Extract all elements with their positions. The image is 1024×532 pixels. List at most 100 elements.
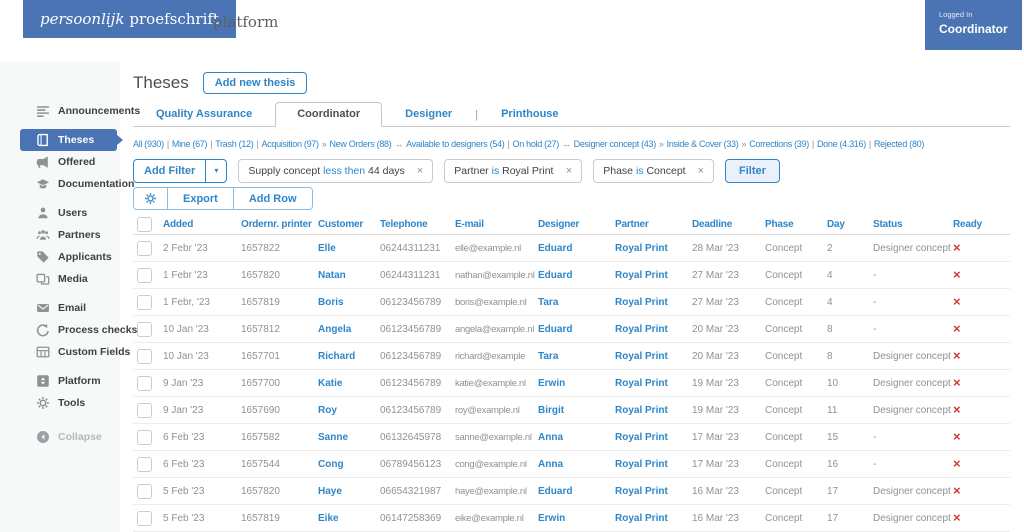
sidebar-item-applicants[interactable]: Applicants xyxy=(0,246,120,268)
chevron-down-icon[interactable]: ▾ xyxy=(205,159,226,182)
sidebar-item-theses[interactable]: Theses xyxy=(0,129,123,151)
sidebar-item-partners[interactable]: Partners xyxy=(0,224,120,246)
cell-partner[interactable]: Royal Print xyxy=(615,324,692,335)
add-filter-button[interactable]: Add Filter ▾ xyxy=(133,158,228,183)
status-link-mine[interactable]: Mine (67) xyxy=(172,139,208,149)
add-new-thesis-button[interactable]: Add new thesis xyxy=(202,72,308,94)
status-link-rejected[interactable]: Rejected (80) xyxy=(874,139,924,149)
cell-added: 9 Jan '23 xyxy=(163,404,204,416)
add-row-button[interactable]: Add Row xyxy=(233,188,312,209)
cell-designer[interactable]: Anna xyxy=(538,432,615,443)
cell-designer[interactable]: Anna xyxy=(538,459,615,470)
sidebar-collapse-button[interactable]: Collapse xyxy=(0,426,120,448)
cell-customer[interactable]: Richard xyxy=(318,351,380,362)
cell-customer[interactable]: Cong xyxy=(318,459,380,470)
cell-designer[interactable]: Birgit xyxy=(538,405,615,416)
cell-partner[interactable]: Royal Print xyxy=(615,243,692,254)
row-checkbox[interactable] xyxy=(137,267,152,283)
close-icon[interactable]: × xyxy=(566,165,572,177)
row-checkbox[interactable] xyxy=(137,429,152,445)
export-button[interactable]: Export xyxy=(168,188,234,209)
status-link-on-hold[interactable]: On hold (27) xyxy=(513,139,560,149)
column-header-telephone[interactable]: Telephone xyxy=(380,219,455,230)
cell-designer[interactable]: Eduard xyxy=(538,486,615,497)
row-checkbox[interactable] xyxy=(137,510,152,526)
cell-partner[interactable]: Royal Print xyxy=(615,513,692,524)
sidebar-item-documentation[interactable]: Documentation xyxy=(0,173,134,195)
cell-partner[interactable]: Royal Print xyxy=(615,297,692,308)
column-header-ready[interactable]: Ready xyxy=(953,219,1010,230)
row-checkbox[interactable] xyxy=(137,402,152,418)
row-checkbox[interactable] xyxy=(137,375,152,391)
close-icon[interactable]: × xyxy=(698,165,704,177)
tab-quality-assurance[interactable]: Quality Assurance xyxy=(133,103,275,126)
cell-designer[interactable]: Erwin xyxy=(538,513,615,524)
sidebar-item-process-checks[interactable]: Process checks xyxy=(0,319,137,341)
cell-customer[interactable]: Elle xyxy=(318,243,380,254)
cell-partner[interactable]: Royal Print xyxy=(615,351,692,362)
sidebar-item-offered[interactable]: Offered xyxy=(0,151,120,173)
cell-partner[interactable]: Royal Print xyxy=(615,270,692,281)
sidebar-item-users[interactable]: Users xyxy=(0,202,120,224)
logo[interactable]: persoonlijk proefschrift xyxy=(23,0,236,38)
status-link-new-orders[interactable]: New Orders (88) xyxy=(329,139,391,149)
row-checkbox[interactable] xyxy=(137,321,152,337)
row-checkbox[interactable] xyxy=(137,483,152,499)
column-header-e-mail[interactable]: E-mail xyxy=(455,219,538,230)
cell-partner[interactable]: Royal Print xyxy=(615,432,692,443)
status-link-available-to-designers[interactable]: Available to designers (54) xyxy=(406,139,505,149)
column-header-customer[interactable]: Customer xyxy=(318,219,380,230)
column-header-ordernr-printer[interactable]: Ordernr. printer xyxy=(241,219,318,230)
tab-designer[interactable]: Designer xyxy=(382,103,475,126)
cell-customer[interactable]: Haye xyxy=(318,486,380,497)
status-link-acquisition[interactable]: Acquisition (97) xyxy=(261,139,319,149)
cell-partner[interactable]: Royal Print xyxy=(615,459,692,470)
add-filter-label[interactable]: Add Filter xyxy=(134,160,205,182)
cell-customer[interactable]: Roy xyxy=(318,405,380,416)
sidebar-item-custom-fields[interactable]: Custom Fields xyxy=(0,341,130,363)
sidebar-item-platform[interactable]: Platform xyxy=(0,370,120,392)
tab-printhouse[interactable]: Printhouse xyxy=(478,103,581,126)
row-checkbox[interactable] xyxy=(137,294,152,310)
column-header-partner[interactable]: Partner xyxy=(615,219,692,230)
status-link-designer-concept[interactable]: Designer concept (43) xyxy=(574,139,657,149)
row-checkbox[interactable] xyxy=(137,456,152,472)
status-link-corrections[interactable]: Corrections (39) xyxy=(749,139,809,149)
status-link-done[interactable]: Done (4.316) xyxy=(817,139,866,149)
cell-partner[interactable]: Royal Print xyxy=(615,405,692,416)
cell-designer[interactable]: Tara xyxy=(538,297,615,308)
column-header-phase[interactable]: Phase xyxy=(765,219,827,230)
cell-customer[interactable]: Eike xyxy=(318,513,380,524)
cell-customer[interactable]: Boris xyxy=(318,297,380,308)
sidebar-item-announcements[interactable]: Announcements xyxy=(0,100,140,122)
cell-designer[interactable]: Tara xyxy=(538,351,615,362)
column-header-added[interactable]: Added xyxy=(163,219,241,230)
cell-customer[interactable]: Natan xyxy=(318,270,380,281)
column-header-designer[interactable]: Designer xyxy=(538,219,615,230)
column-header-status[interactable]: Status xyxy=(873,219,953,230)
row-checkbox[interactable] xyxy=(137,240,152,256)
row-checkbox[interactable] xyxy=(137,348,152,364)
table-settings-button[interactable] xyxy=(134,188,168,209)
column-header-deadline[interactable]: Deadline xyxy=(692,219,765,230)
status-link-all[interactable]: All (930) xyxy=(133,139,164,149)
cell-partner[interactable]: Royal Print xyxy=(615,378,692,389)
cell-designer[interactable]: Eduard xyxy=(538,243,615,254)
cell-designer[interactable]: Eduard xyxy=(538,270,615,281)
cell-customer[interactable]: Katie xyxy=(318,378,380,389)
close-icon[interactable]: × xyxy=(417,165,423,177)
cell-designer[interactable]: Eduard xyxy=(538,324,615,335)
column-header-day[interactable]: Day xyxy=(827,219,873,230)
tab-coordinator[interactable]: Coordinator xyxy=(275,102,383,127)
sidebar-item-email[interactable]: Email xyxy=(0,297,120,319)
select-all-checkbox[interactable] xyxy=(137,216,152,232)
sidebar-item-tools[interactable]: Tools xyxy=(0,392,120,414)
status-link-trash[interactable]: Trash (12) xyxy=(215,139,253,149)
cell-designer[interactable]: Erwin xyxy=(538,378,615,389)
status-link-inside-cover[interactable]: Inside & Cover (33) xyxy=(667,139,739,149)
cell-customer[interactable]: Angela xyxy=(318,324,380,335)
sidebar-item-media[interactable]: Media xyxy=(0,268,120,290)
filter-button[interactable]: Filter xyxy=(725,158,780,183)
cell-partner[interactable]: Royal Print xyxy=(615,486,692,497)
cell-customer[interactable]: Sanne xyxy=(318,432,380,443)
